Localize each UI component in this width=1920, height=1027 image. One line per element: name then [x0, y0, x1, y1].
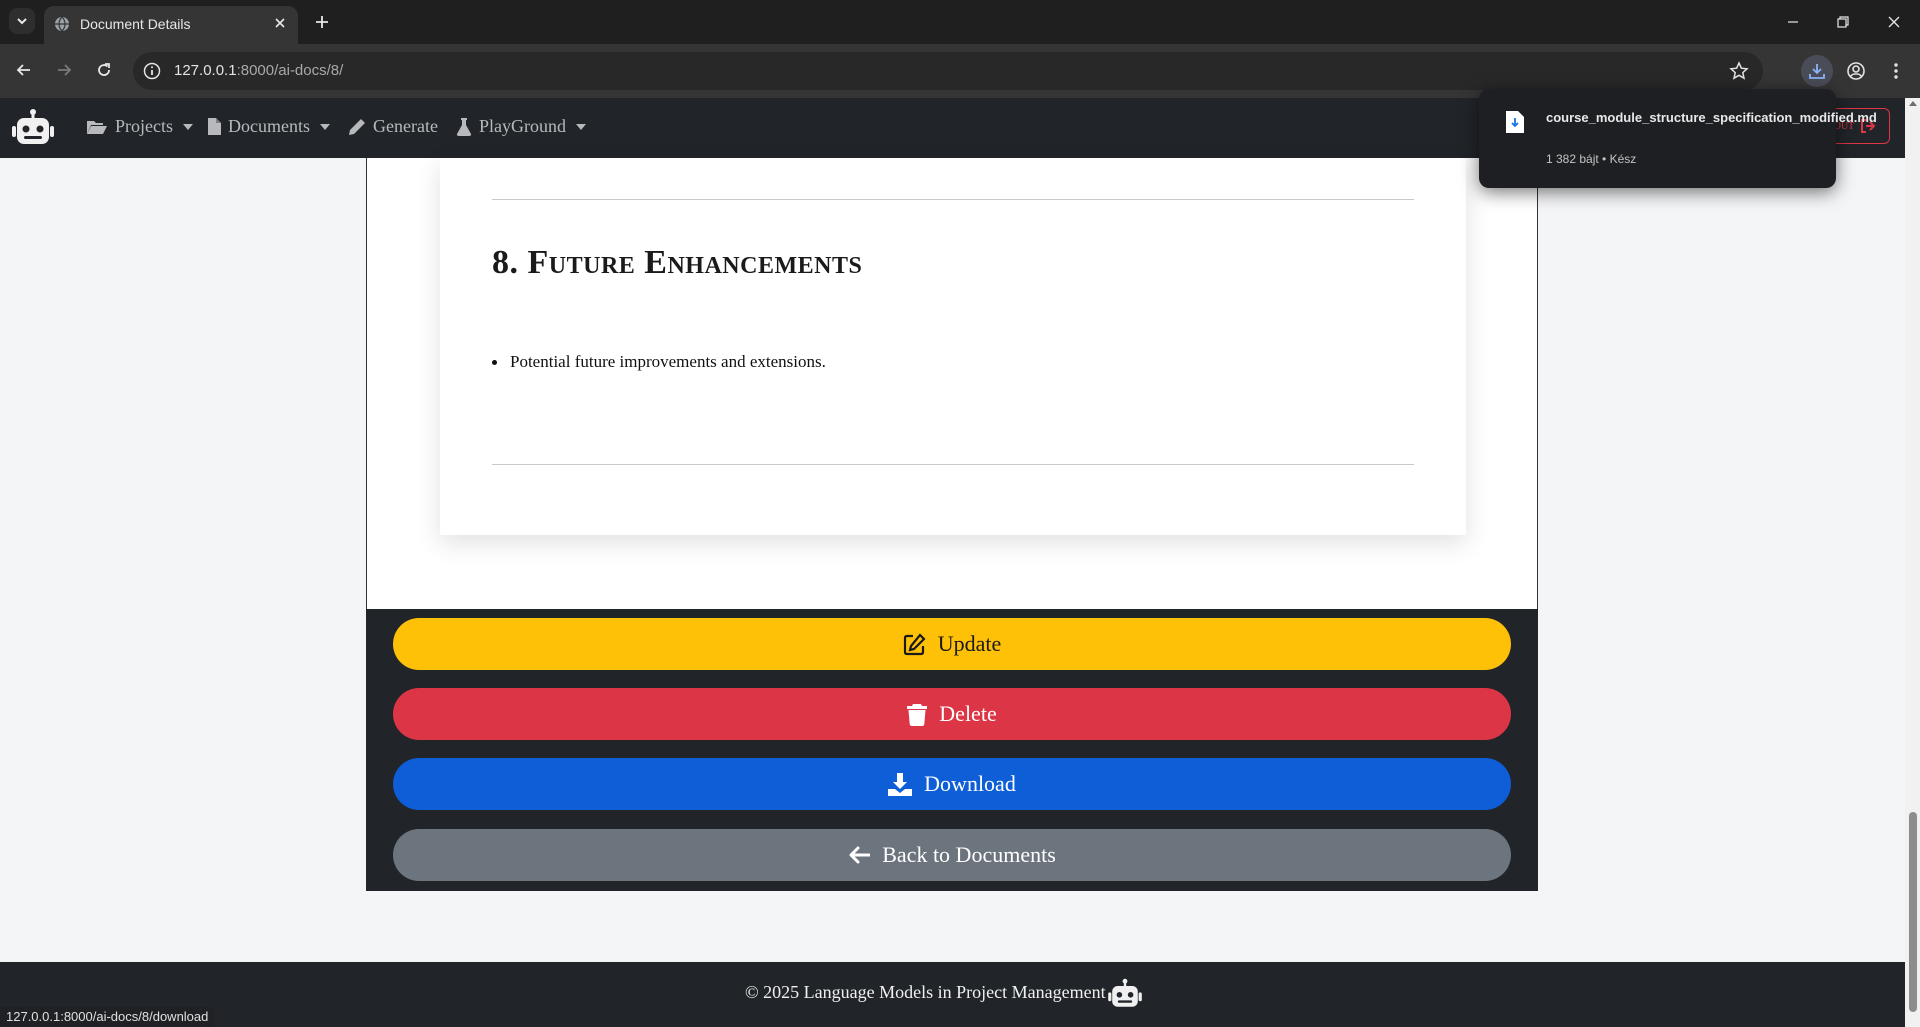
nav-playground-label: PlayGround	[479, 116, 566, 136]
download-label: Download	[924, 771, 1016, 796]
address-bar[interactable]: 127.0.0.1:8000/ai-docs/8/	[133, 52, 1763, 90]
folder-open-icon	[87, 120, 107, 134]
scrollbar-thumb[interactable]	[1909, 812, 1917, 1012]
download-icon	[1809, 64, 1825, 79]
browser-menu-button[interactable]	[1880, 55, 1912, 87]
profile-button[interactable]	[1840, 55, 1872, 87]
download-button[interactable]: Download	[393, 758, 1511, 810]
tab-close-button[interactable]	[270, 13, 290, 33]
nav-projects-label: Projects	[115, 116, 173, 136]
nav-generate[interactable]: Generate	[348, 116, 438, 137]
close-icon	[275, 18, 285, 28]
minimize-icon	[1788, 21, 1798, 23]
pencil-icon	[349, 118, 365, 135]
list-item: Potential future improvements and extens…	[492, 352, 826, 371]
tab-document-details[interactable]: Document Details	[44, 6, 298, 44]
arrow-right-icon	[58, 64, 72, 76]
restore-button[interactable]	[1829, 8, 1857, 36]
download-bubble: course_module_structure_specification_mo…	[1479, 89, 1877, 188]
file-icon	[208, 118, 221, 135]
download-icon	[888, 772, 913, 796]
caret-down-icon	[319, 123, 330, 130]
plus-icon	[316, 16, 328, 28]
delete-label: Delete	[939, 701, 997, 726]
restore-icon	[1837, 16, 1849, 28]
status-bar-url: 127.0.0.1:8000/ai-docs/8/download	[0, 1007, 215, 1027]
nav-documents[interactable]: Documents	[208, 116, 330, 137]
nav-generate-label: Generate	[373, 116, 438, 136]
nav-projects[interactable]: Projects	[86, 116, 193, 137]
download-meta: 1 382 bájt • Kész	[1546, 152, 1637, 166]
nav-documents-label: Documents	[228, 116, 310, 136]
nav-playground[interactable]: PlayGround	[456, 116, 586, 137]
update-button[interactable]: Update	[393, 618, 1511, 670]
document-card: 8. Future Enhancements Potential future …	[440, 158, 1466, 535]
document-container: 8. Future Enhancements Potential future …	[366, 158, 1538, 609]
section-divider	[492, 464, 1414, 465]
new-tab-button[interactable]	[310, 10, 334, 34]
globe-icon	[55, 16, 69, 32]
info-icon	[143, 62, 161, 80]
action-panel: Update Delete Download Back to Documents	[366, 609, 1538, 891]
update-label: Update	[937, 631, 1002, 656]
chevron-down-icon	[17, 18, 27, 25]
tab-title: Document Details	[80, 16, 191, 32]
tab-search-button[interactable]	[9, 8, 35, 34]
back-label: Back to Documents	[882, 842, 1056, 867]
section-divider	[492, 199, 1414, 200]
page-footer: © 2025 Language Models in Project Manage…	[0, 962, 1905, 1027]
file-download-icon	[1506, 111, 1524, 133]
page-scrollbar[interactable]	[1905, 98, 1920, 1027]
delete-button[interactable]: Delete	[393, 688, 1511, 740]
robot-logo-icon[interactable]	[12, 108, 54, 148]
scroll-up-arrow[interactable]	[1909, 101, 1917, 106]
section-title: 8. Future Enhancements	[492, 244, 863, 281]
reload-icon	[98, 63, 110, 76]
reload-button[interactable]	[90, 56, 118, 84]
flask-icon	[456, 117, 472, 136]
bookmark-star-icon[interactable]	[1729, 61, 1749, 81]
footer-text: © 2025 Language Models in Project Manage…	[745, 982, 1106, 1002]
caret-down-icon	[183, 123, 193, 130]
browser-tab-bar: Document Details	[0, 0, 1920, 44]
window-close-button[interactable]	[1880, 8, 1908, 36]
download-filename[interactable]: course_module_structure_specification_mo…	[1546, 107, 1877, 128]
robot-icon	[1108, 978, 1142, 1007]
downloads-button[interactable]	[1801, 55, 1833, 87]
edit-icon	[903, 632, 926, 655]
minimize-button[interactable]	[1779, 8, 1807, 36]
back-nav-button[interactable]	[10, 56, 38, 84]
profile-icon	[1847, 62, 1865, 80]
trash-icon	[907, 703, 928, 726]
arrow-left-icon	[849, 846, 871, 864]
url-text: 127.0.0.1:8000/ai-docs/8/	[174, 62, 344, 79]
back-to-documents-button[interactable]: Back to Documents	[393, 829, 1511, 881]
arrow-left-icon	[16, 64, 30, 76]
caret-down-icon	[576, 123, 586, 130]
forward-nav-button[interactable]	[50, 56, 78, 84]
kebab-menu-icon	[1894, 63, 1898, 79]
close-icon	[1888, 16, 1900, 28]
